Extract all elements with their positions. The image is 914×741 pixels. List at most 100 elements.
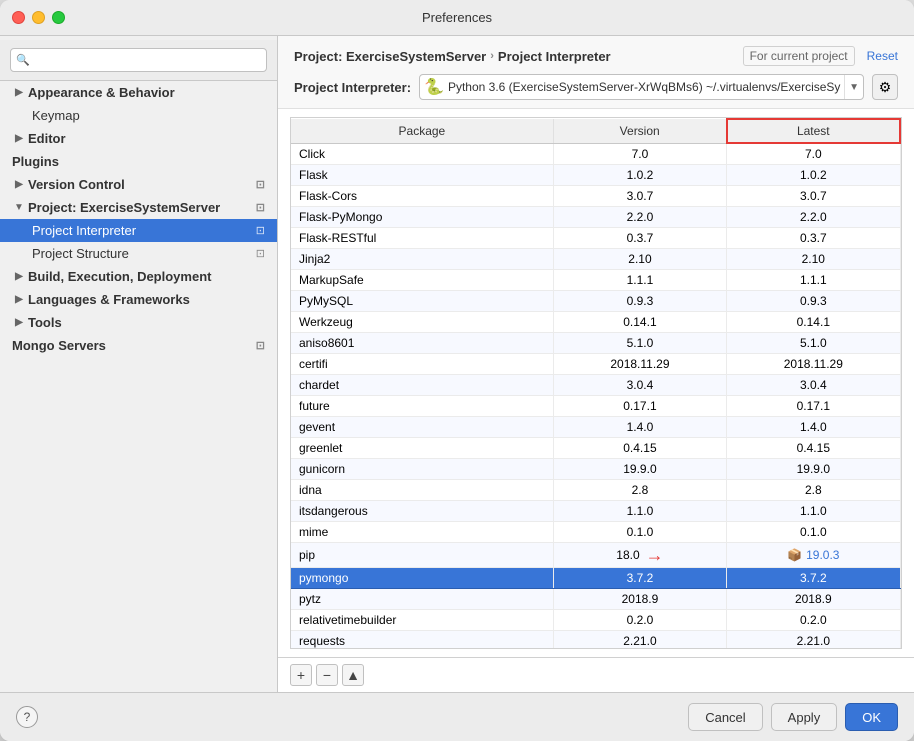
- table-footer: + − ▲: [278, 657, 914, 692]
- sidebar-item-plugins[interactable]: Plugins: [0, 150, 277, 173]
- reset-button[interactable]: Reset: [867, 49, 898, 63]
- right-panel: Project: ExerciseSystemServer › Project …: [278, 36, 914, 692]
- help-button[interactable]: ?: [16, 706, 38, 728]
- mongo-icon: ⊡: [256, 339, 265, 352]
- sidebar-label-project-interpreter: Project Interpreter: [32, 223, 136, 238]
- interpreter-select[interactable]: 🐍 Python 3.6 (ExerciseSystemServer-XrWqB…: [419, 74, 864, 100]
- latest-cell: 0.3.7: [727, 228, 900, 249]
- table-row[interactable]: Flask-Cors3.0.73.0.7: [291, 186, 900, 207]
- table-row[interactable]: pip18.0→📦19.0.3: [291, 543, 900, 568]
- table-row[interactable]: pymongo3.7.23.7.2: [291, 568, 900, 589]
- sidebar-item-keymap[interactable]: Keymap: [0, 104, 277, 127]
- version-cell: 0.4.15: [553, 438, 726, 459]
- dialog-footer: ? Cancel Apply OK: [0, 692, 914, 741]
- table-row[interactable]: aniso86015.1.05.1.0: [291, 333, 900, 354]
- sidebar-item-mongo[interactable]: Mongo Servers ⊡: [0, 334, 277, 357]
- search-input[interactable]: [10, 48, 267, 72]
- table-row[interactable]: gunicorn19.9.019.9.0: [291, 459, 900, 480]
- table-row[interactable]: Click7.07.0: [291, 143, 900, 165]
- col-latest: Latest: [727, 119, 900, 143]
- table-row[interactable]: relativetimebuilder0.2.00.2.0: [291, 610, 900, 631]
- packages-table-container[interactable]: Package Version Latest Click7.07.0Flask1…: [290, 117, 902, 649]
- table-row[interactable]: mime0.1.00.1.0: [291, 522, 900, 543]
- table-row[interactable]: Flask-PyMongo2.2.02.2.0: [291, 207, 900, 228]
- expand-arrow-tools: ▶: [12, 316, 26, 330]
- expand-arrow-build: ▶: [12, 270, 26, 284]
- table-row[interactable]: idna2.82.8: [291, 480, 900, 501]
- version-cell: 3.0.7: [553, 186, 726, 207]
- titlebar: Preferences: [0, 0, 914, 36]
- version-cell: 2.2.0: [553, 207, 726, 228]
- expand-arrow-languages: ▶: [12, 293, 26, 307]
- sidebar-item-project[interactable]: ▼ Project: ExerciseSystemServer ⊡: [0, 196, 277, 219]
- table-row[interactable]: MarkupSafe1.1.11.1.1: [291, 270, 900, 291]
- latest-cell: 3.0.4: [727, 375, 900, 396]
- sidebar-item-build[interactable]: ▶ Build, Execution, Deployment: [0, 265, 277, 288]
- table-row[interactable]: certifi2018.11.292018.11.29: [291, 354, 900, 375]
- table-row[interactable]: future0.17.10.17.1: [291, 396, 900, 417]
- package-cell: pytz: [291, 589, 553, 610]
- latest-cell: 2.21.0: [727, 631, 900, 650]
- table-row[interactable]: Jinja22.102.10: [291, 249, 900, 270]
- latest-cell: 1.4.0: [727, 417, 900, 438]
- for-current-project-label: For current project: [743, 46, 855, 66]
- gear-button[interactable]: ⚙: [872, 74, 898, 100]
- window-title: Preferences: [422, 10, 492, 25]
- version-cell: 0.1.0: [553, 522, 726, 543]
- latest-cell: 19.9.0: [727, 459, 900, 480]
- main-content: ▶ Appearance & Behavior Keymap ▶ Editor …: [0, 36, 914, 692]
- table-row[interactable]: gevent1.4.01.4.0: [291, 417, 900, 438]
- sidebar-label-mongo: Mongo Servers: [12, 338, 106, 353]
- vc-icon: ⊡: [256, 178, 265, 191]
- table-row[interactable]: PyMySQL0.9.30.9.3: [291, 291, 900, 312]
- table-row[interactable]: chardet3.0.43.0.4: [291, 375, 900, 396]
- package-cell: pip: [291, 543, 553, 568]
- version-cell: 0.9.3: [553, 291, 726, 312]
- sidebar-item-project-structure[interactable]: Project Structure ⊡: [0, 242, 277, 265]
- search-wrapper: [10, 48, 267, 72]
- version-cell: 2018.9: [553, 589, 726, 610]
- table-row[interactable]: Flask-RESTful0.3.70.3.7: [291, 228, 900, 249]
- ok-button[interactable]: OK: [845, 703, 898, 731]
- package-cell: Flask-RESTful: [291, 228, 553, 249]
- upgrade-package-button[interactable]: ▲: [342, 664, 364, 686]
- breadcrumb-project: Project: ExerciseSystemServer: [294, 49, 486, 64]
- package-cell: gunicorn: [291, 459, 553, 480]
- maximize-button[interactable]: [52, 11, 65, 24]
- sidebar-item-languages[interactable]: ▶ Languages & Frameworks: [0, 288, 277, 311]
- remove-package-button[interactable]: −: [316, 664, 338, 686]
- table-row[interactable]: Flask1.0.21.0.2: [291, 165, 900, 186]
- package-cell: Jinja2: [291, 249, 553, 270]
- package-cell: MarkupSafe: [291, 270, 553, 291]
- table-row[interactable]: requests2.21.02.21.0: [291, 631, 900, 650]
- version-cell: 2.8: [553, 480, 726, 501]
- apply-button[interactable]: Apply: [771, 703, 838, 731]
- latest-cell: 2.2.0: [727, 207, 900, 228]
- interpreter-row: Project Interpreter: 🐍 Python 3.6 (Exerc…: [294, 74, 898, 100]
- sidebar-item-editor[interactable]: ▶ Editor: [0, 127, 277, 150]
- cancel-button[interactable]: Cancel: [688, 703, 762, 731]
- sidebar-label-editor: Editor: [28, 131, 66, 146]
- add-package-button[interactable]: +: [290, 664, 312, 686]
- interpreter-icon: ⊡: [256, 224, 265, 237]
- sidebar-item-tools[interactable]: ▶ Tools: [0, 311, 277, 334]
- table-row[interactable]: itsdangerous1.1.01.1.0: [291, 501, 900, 522]
- table-row[interactable]: pytz2018.92018.9: [291, 589, 900, 610]
- close-button[interactable]: [12, 11, 25, 24]
- latest-cell: 📦19.0.3: [727, 543, 900, 568]
- minimize-button[interactable]: [32, 11, 45, 24]
- latest-cell: 1.0.2: [727, 165, 900, 186]
- sidebar-label-project-structure: Project Structure: [32, 246, 129, 261]
- sidebar-item-project-interpreter[interactable]: Project Interpreter ⊡: [0, 219, 277, 242]
- version-cell: 3.7.2: [553, 568, 726, 589]
- sidebar-item-appearance[interactable]: ▶ Appearance & Behavior: [0, 81, 277, 104]
- package-cell: Click: [291, 143, 553, 165]
- packages-table: Package Version Latest Click7.07.0Flask1…: [291, 118, 901, 649]
- sidebar-item-version-control[interactable]: ▶ Version Control ⊡: [0, 173, 277, 196]
- table-row[interactable]: greenlet0.4.150.4.15: [291, 438, 900, 459]
- breadcrumb: Project: ExerciseSystemServer › Project …: [294, 49, 611, 64]
- project-icon: ⊡: [256, 201, 265, 214]
- expand-arrow-appearance: ▶: [12, 86, 26, 100]
- table-row[interactable]: Werkzeug0.14.10.14.1: [291, 312, 900, 333]
- latest-cell: 0.2.0: [727, 610, 900, 631]
